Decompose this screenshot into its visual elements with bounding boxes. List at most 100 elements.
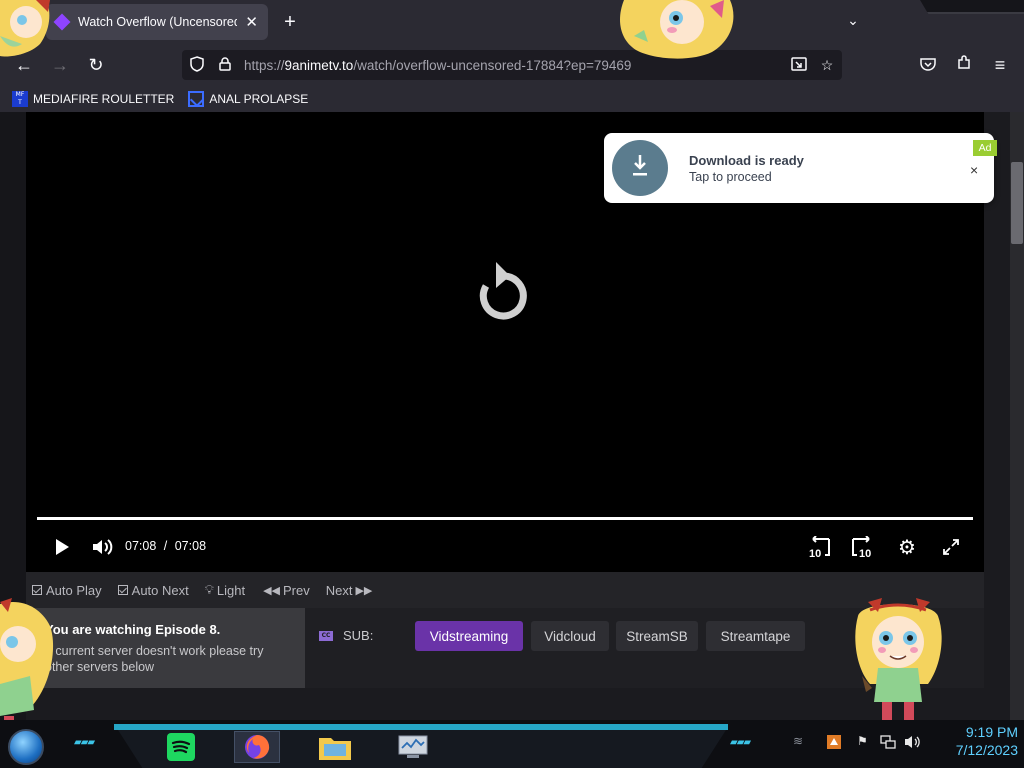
clock-date: 7/12/2023 xyxy=(955,742,1018,758)
mediafire-icon: MF T xyxy=(12,91,28,107)
shield-icon[interactable] xyxy=(186,55,208,75)
sub-label-text: SUB: xyxy=(343,628,374,643)
bookmark-second[interactable]: ANAL PROLAPSE xyxy=(188,91,308,107)
taskbar-decoration: ▰▰▰ xyxy=(730,737,751,748)
taskbar-decoration: ▰▰▰ xyxy=(74,737,95,748)
bookmark-star-icon[interactable]: ☆ xyxy=(816,57,838,74)
star-butterfly-sticker-icon xyxy=(0,598,54,724)
server-streamtape[interactable]: Streamtape xyxy=(706,621,805,651)
checkbox-icon xyxy=(117,585,128,595)
lock-icon[interactable] xyxy=(214,56,236,74)
prev-label: Prev xyxy=(282,582,310,598)
url-path: /watch/overflow-uncensored-17884?ep=7946… xyxy=(353,57,632,73)
page-scrollbar[interactable] xyxy=(1010,112,1024,720)
download-icon xyxy=(612,140,668,196)
next-arrows-icon: ▶▶ xyxy=(355,584,373,597)
url-prefix: https:// xyxy=(244,57,285,73)
network-icon[interactable] xyxy=(880,734,896,753)
fullscreen-icon[interactable] xyxy=(940,532,962,562)
bookmarks-toolbar: MF T MEDIAFIRE ROULETTER ANAL PROLAPSE xyxy=(0,86,1024,112)
tab-title: Watch Overflow (Uncensored) o xyxy=(78,15,238,29)
prev-episode-button[interactable]: ◀◀ Prev xyxy=(263,583,310,598)
menu-hamburger-icon[interactable]: ≡ xyxy=(988,53,1012,77)
scrollbar-thumb[interactable] xyxy=(1011,162,1023,244)
start-orb-icon[interactable] xyxy=(8,729,44,765)
ad-subtitle: Tap to proceed xyxy=(689,170,772,184)
rewind-label: 10 xyxy=(809,548,821,558)
pocket-icon[interactable] xyxy=(916,53,940,77)
action-center-flag-icon[interactable]: ⚑ xyxy=(857,734,868,748)
clock-time: 9:19 PM xyxy=(965,724,1018,740)
url-text: https://9animetv.to/watch/overflow-uncen… xyxy=(244,58,631,73)
bulb-icon: 💡︎ xyxy=(204,582,214,597)
time-separator: / xyxy=(163,539,168,553)
auto-next-toggle[interactable]: Auto Next xyxy=(117,582,189,598)
ad-title: Download is ready xyxy=(689,153,804,168)
window-frame-decoration xyxy=(920,0,1024,14)
auto-play-label: Auto Play xyxy=(46,582,102,598)
star-butterfly-sticker-icon xyxy=(620,0,734,59)
ad-close-icon[interactable]: × xyxy=(970,162,978,178)
play-icon[interactable] xyxy=(50,532,74,562)
speaker-icon[interactable] xyxy=(904,734,922,753)
checkbox-icon xyxy=(32,585,42,595)
notice-body: If current server doesn't work please tr… xyxy=(45,644,264,674)
download-ad-popup[interactable]: Download is ready Tap to proceed Ad × xyxy=(604,133,997,203)
volume-icon[interactable] xyxy=(90,532,116,562)
episode-notice: You are watching Episode 8. If current s… xyxy=(26,608,305,688)
time-display: 07:08 / 07:08 xyxy=(125,539,206,553)
taskbar: ▰▰▰ ▰▰▰ ≋ ⚑ 9:19 PM 7/12/2023 xyxy=(0,720,1024,768)
sub-label: CC SUB: xyxy=(319,628,373,643)
auto-next-label: Auto Next xyxy=(131,582,189,598)
auto-play-toggle[interactable]: Auto Play xyxy=(32,583,102,598)
file-explorer-app-icon[interactable] xyxy=(312,731,358,763)
notice-title: You are watching Episode 8. xyxy=(45,622,221,637)
server-selector: You are watching Episode 8. If current s… xyxy=(26,608,984,688)
list-tabs-chevron-icon[interactable]: ⌄ xyxy=(843,12,863,32)
cc-icon: CC xyxy=(319,630,333,641)
browser-titlebar: Watch Overflow (Uncensored) o ✕ + ⌄ xyxy=(0,0,1024,44)
spotify-app-icon[interactable] xyxy=(158,731,204,763)
current-time: 07:08 xyxy=(125,539,157,553)
server-vidstreaming[interactable]: Vidstreaming xyxy=(415,621,523,651)
extensions-icon[interactable] xyxy=(952,53,976,77)
firefox-app-icon[interactable] xyxy=(234,731,280,763)
prev-arrows-icon: ◀◀ xyxy=(263,584,280,597)
light-label: Light xyxy=(216,582,246,598)
player-controls: 07:08 / 07:08 10 10 ⚙ xyxy=(26,532,984,562)
new-tab-button[interactable]: + xyxy=(278,10,302,34)
forward-10-icon[interactable]: 10 xyxy=(848,532,876,562)
player-options-bar: Auto Play Auto Next 💡︎ Light ◀◀ Prev Next ▶… xyxy=(26,572,984,608)
system-monitor-app-icon[interactable] xyxy=(390,731,436,763)
forward-label: 10 xyxy=(859,548,871,558)
star-butterfly-sticker-icon xyxy=(855,598,942,720)
bookmark-icon xyxy=(188,91,205,107)
duration: 07:08 xyxy=(174,539,207,553)
close-tab-icon[interactable]: ✕ xyxy=(245,13,258,31)
star-butterfly-sticker-icon xyxy=(0,0,50,57)
tray-app-icon[interactable] xyxy=(826,734,842,753)
next-episode-button[interactable]: Next ▶▶ xyxy=(326,583,373,598)
navigation-toolbar: ← → ↻ https://9animetv.to/watch/overflow… xyxy=(0,44,1024,86)
bookmark-label: ANAL PROLAPSE xyxy=(209,92,309,106)
picture-in-picture-icon[interactable] xyxy=(788,56,810,74)
bookmark-mediafire[interactable]: MF T MEDIAFIRE ROULETTER xyxy=(12,91,174,107)
ad-badge: Ad xyxy=(973,140,997,156)
address-bar[interactable]: https://9animetv.to/watch/overflow-uncen… xyxy=(182,50,842,80)
system-clock[interactable]: 9:19 PM 7/12/2023 xyxy=(930,723,1018,759)
rewind-10-icon[interactable]: 10 xyxy=(806,532,834,562)
server-vidcloud[interactable]: Vidcloud xyxy=(531,621,609,651)
settings-gear-icon[interactable]: ⚙ xyxy=(896,532,918,562)
server-streamsb[interactable]: StreamSB xyxy=(616,621,698,651)
taskbar-accent-strip xyxy=(114,724,728,730)
replay-icon[interactable] xyxy=(472,258,536,330)
show-hidden-icons[interactable]: ≋ xyxy=(793,734,803,748)
next-label: Next xyxy=(325,582,353,598)
bookmark-label: MEDIAFIRE ROULETTER xyxy=(33,92,175,106)
video-progress-bar[interactable] xyxy=(37,517,973,520)
url-host: 9animetv.to xyxy=(284,57,354,73)
screen: Watch Overflow (Uncensored) o ✕ + ⌄ ← → … xyxy=(0,0,1024,768)
light-toggle[interactable]: 💡︎ Light xyxy=(205,582,245,598)
reload-icon[interactable]: ↻ xyxy=(84,53,108,77)
active-tab[interactable]: Watch Overflow (Uncensored) o ✕ xyxy=(46,4,268,40)
